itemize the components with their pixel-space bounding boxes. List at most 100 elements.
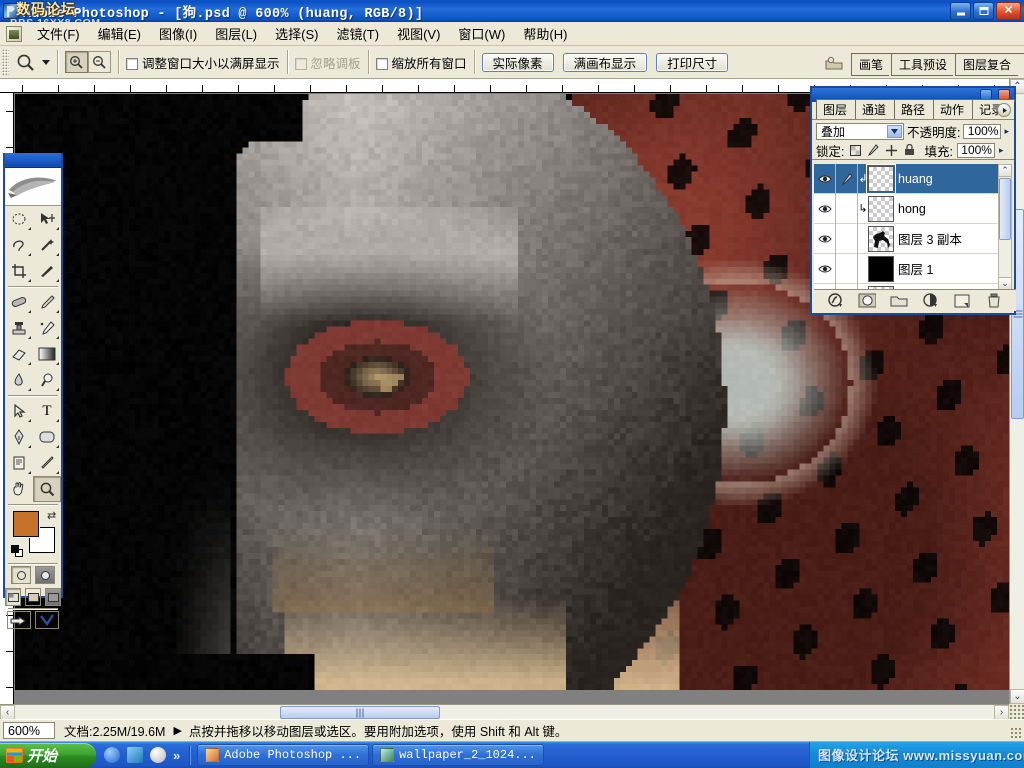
tool-notes[interactable]: [5, 450, 33, 476]
status-menu-arrow-icon[interactable]: ▶: [173, 724, 181, 737]
tool-crop[interactable]: [5, 258, 33, 284]
default-colors-icon[interactable]: [11, 545, 23, 557]
layer-list[interactable]: ↲ huang ↳ hong 图层 3 副本 图层 1: [814, 164, 1000, 290]
options-bar-grip[interactable]: [2, 49, 9, 75]
quick-launch-more-icon[interactable]: »: [173, 748, 180, 763]
quick-mask-mode-button[interactable]: [35, 566, 55, 584]
layer-visibility-toggle[interactable]: [814, 193, 836, 224]
horizontal-scroll-thumb[interactable]: [280, 706, 440, 719]
delete-layer-button[interactable]: [985, 292, 1003, 309]
chevron-down-icon[interactable]: [887, 124, 902, 138]
active-tool-icon[interactable]: [12, 49, 38, 75]
scroll-down-button[interactable]: ⌄: [1010, 689, 1024, 704]
fit-on-screen-button[interactable]: 满画布显示: [562, 52, 648, 72]
jump-to-imageready-button[interactable]: [7, 611, 31, 629]
imageready-icon-button[interactable]: [35, 611, 59, 629]
maximize-button[interactable]: [973, 2, 994, 20]
layer-visibility-toggle[interactable]: [814, 223, 836, 254]
fill-slider-arrow-icon[interactable]: ▸: [999, 145, 1004, 156]
new-layer-button[interactable]: [953, 292, 971, 309]
layer-scroll-down-button[interactable]: ⌄: [999, 277, 1011, 289]
start-button[interactable]: 开始: [0, 743, 96, 768]
layer-thumbnail[interactable]: [868, 225, 894, 252]
layer-name[interactable]: huang: [898, 172, 933, 186]
standard-screen-mode-button[interactable]: [5, 588, 21, 606]
print-size-button[interactable]: 打印尺寸: [656, 52, 729, 72]
minimize-button[interactable]: [950, 2, 971, 20]
lock-transparency-icon[interactable]: [848, 143, 862, 157]
ie-icon[interactable]: [104, 747, 120, 763]
tool-path-selection[interactable]: [5, 398, 33, 424]
palette-minimize-button[interactable]: [980, 89, 992, 100]
layer-name[interactable]: 图层 3 副本: [898, 229, 962, 248]
full-screen-mode-button[interactable]: [45, 588, 61, 606]
tool-preset-chevron-down-icon[interactable]: [42, 59, 50, 65]
resize-windows-to-fit-checkbox[interactable]: 调整窗口大小以满屏显示: [126, 53, 280, 72]
taskbar-button-wallpaper[interactable]: wallpaper_2_1024...: [372, 744, 544, 766]
menu-select[interactable]: 选择(S): [266, 22, 327, 45]
menu-layer[interactable]: 图层(L): [206, 22, 266, 45]
standard-mode-button[interactable]: [11, 566, 31, 584]
menu-help[interactable]: 帮助(H): [514, 22, 576, 45]
tab-paths[interactable]: 路径: [894, 99, 937, 119]
tool-clone-stamp[interactable]: [5, 315, 33, 341]
document-size-info[interactable]: 文档:2.25M/19.6M: [64, 721, 165, 740]
media-player-icon[interactable]: [150, 747, 166, 763]
tool-eyedropper[interactable]: [33, 450, 61, 476]
menu-file[interactable]: 文件(F): [28, 22, 89, 45]
tab-channels[interactable]: 通道: [855, 99, 898, 119]
tool-type[interactable]: T: [33, 398, 61, 424]
menu-image[interactable]: 图像(I): [150, 22, 206, 45]
checkbox-box[interactable]: [126, 57, 138, 70]
new-group-button[interactable]: [890, 292, 908, 309]
layer-scroll-up-button[interactable]: ⌃: [999, 165, 1011, 177]
menu-window[interactable]: 窗口(W): [449, 22, 514, 45]
menu-filter[interactable]: 滤镜(T): [327, 22, 388, 45]
close-button[interactable]: ✕: [996, 2, 1021, 20]
layer-style-button[interactable]: [827, 292, 845, 309]
tool-lasso[interactable]: [5, 232, 33, 258]
layer-edit-indicator[interactable]: [836, 193, 858, 224]
lock-image-icon[interactable]: [866, 143, 880, 157]
tool-gradient[interactable]: [33, 341, 61, 367]
layer-thumbnail[interactable]: [868, 195, 894, 222]
menu-edit[interactable]: 编辑(E): [89, 22, 150, 45]
scroll-right-button[interactable]: ›: [994, 705, 1009, 720]
taskbar-button-photoshop[interactable]: Adobe Photoshop ...: [197, 744, 370, 766]
document-control-icon[interactable]: [6, 25, 22, 42]
layer-edit-indicator[interactable]: [836, 253, 858, 284]
checkbox-box-2[interactable]: [375, 57, 388, 70]
zoom-level-input[interactable]: 600%: [3, 722, 55, 739]
actual-pixels-button[interactable]: 实际像素: [481, 52, 554, 72]
layer-mask-button[interactable]: [858, 292, 877, 309]
tool-hand[interactable]: [5, 476, 33, 502]
tool-pen[interactable]: [5, 424, 33, 450]
tool-blur[interactable]: [5, 367, 33, 393]
resize-grip[interactable]: [1009, 704, 1024, 719]
palette-menu-button[interactable]: [997, 103, 1011, 117]
tool-healing-brush[interactable]: [5, 289, 33, 315]
lock-position-icon[interactable]: [884, 143, 898, 157]
tool-marquee[interactable]: [5, 206, 33, 232]
layer-visibility-toggle[interactable]: [814, 253, 836, 284]
layer-name[interactable]: hong: [898, 202, 926, 216]
tool-eraser[interactable]: [5, 341, 33, 367]
layer-row-layer1[interactable]: 图层 1: [814, 253, 1000, 284]
tool-magic-wand[interactable]: [33, 232, 61, 258]
show-desktop-icon[interactable]: [127, 747, 143, 763]
zoom-out-button[interactable]: [88, 51, 111, 73]
layer-row-hong[interactable]: ↳ hong: [814, 193, 1000, 224]
tool-brush[interactable]: [33, 289, 61, 315]
layer-thumbnail[interactable]: [868, 255, 894, 282]
tool-move[interactable]: [33, 206, 61, 232]
foreground-color-swatch[interactable]: [13, 511, 39, 537]
tool-shape[interactable]: [33, 424, 61, 450]
zoom-all-windows-checkbox[interactable]: 缩放所有窗口: [375, 53, 467, 72]
layer-visibility-toggle[interactable]: [814, 164, 836, 194]
layer-name[interactable]: 图层 1: [898, 259, 933, 278]
layer-edit-indicator[interactable]: [836, 223, 858, 254]
toolbox-title-bar[interactable]: [5, 153, 61, 168]
tool-slice[interactable]: [33, 258, 61, 284]
tab-layers[interactable]: 图层: [816, 99, 859, 119]
layer-scroll-thumb[interactable]: [999, 178, 1011, 240]
